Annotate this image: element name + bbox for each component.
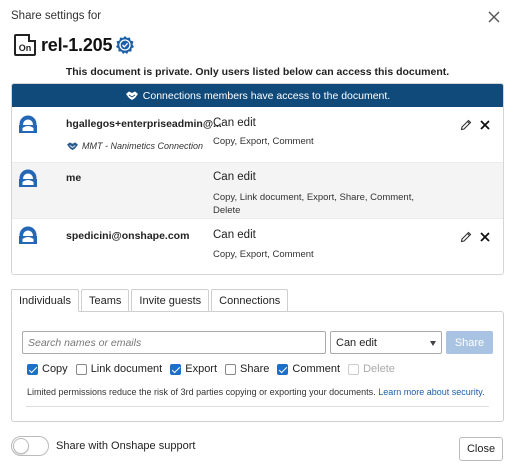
permission-details: Copy, Export, Comment bbox=[213, 136, 314, 147]
checkbox-link-document[interactable]: Link document bbox=[75, 363, 162, 375]
privacy-message: This document is private. Only users lis… bbox=[65, 66, 450, 78]
checkbox-copy[interactable]: Copy bbox=[27, 363, 68, 375]
search-input[interactable] bbox=[22, 331, 326, 354]
user-permission: Can edit bbox=[213, 117, 256, 129]
connections-banner: Connections members have access to the d… bbox=[12, 84, 503, 107]
document-header: On rel-1.205 bbox=[14, 34, 135, 56]
permission-select[interactable]: Can edit bbox=[330, 331, 442, 354]
avatar-icon bbox=[19, 226, 37, 244]
permission-details: Copy, Export, Comment bbox=[213, 249, 314, 260]
check-icon[interactable] bbox=[170, 363, 182, 375]
tab-teams[interactable]: Teams bbox=[80, 289, 130, 312]
check-icon[interactable] bbox=[27, 363, 38, 375]
user-email: me bbox=[66, 172, 82, 184]
connections-banner-text: Connections members have access to the d… bbox=[142, 89, 391, 102]
pencil-icon[interactable] bbox=[460, 231, 472, 243]
checkbox-share[interactable]: Share bbox=[225, 363, 269, 375]
release-badge-icon bbox=[116, 36, 135, 54]
tab-individuals[interactable]: Individuals bbox=[11, 289, 79, 312]
tab-invite-guests[interactable]: Invite guests bbox=[131, 289, 210, 312]
tab-connections[interactable]: Connections bbox=[211, 289, 289, 312]
pencil-icon[interactable] bbox=[460, 119, 472, 131]
close-button[interactable]: Close bbox=[459, 437, 503, 461]
permission-details: Copy, Link document, Export, Share, Comm… bbox=[213, 192, 414, 216]
handshake-icon bbox=[125, 91, 138, 100]
avatar-icon bbox=[19, 169, 37, 187]
doc-icon: On bbox=[14, 34, 36, 56]
checkbox-delete: Delete bbox=[348, 363, 395, 375]
share-tabs: Individuals Teams Invite guests Connecti… bbox=[11, 289, 290, 312]
checkbox-box bbox=[348, 363, 360, 375]
limited-permissions-note: Limited permissions reduce the risk of 3… bbox=[27, 387, 485, 397]
connection-tag: MMT - Nanimetics Connection bbox=[66, 141, 203, 151]
remove-icon[interactable] bbox=[479, 119, 491, 131]
learn-more-link[interactable]: Learn more about security. bbox=[378, 387, 484, 397]
dialog-title: Share settings for bbox=[11, 10, 102, 22]
user-row: me Can edit Copy, Link document, Export,… bbox=[12, 163, 503, 219]
user-email: hgallegos+enterpriseadmin@... bbox=[66, 118, 222, 130]
user-row: hgallegos+enterpriseadmin@... MMT - Nani… bbox=[12, 107, 503, 163]
share-button[interactable]: Share bbox=[446, 331, 493, 354]
checkbox-export[interactable]: Export bbox=[170, 363, 217, 375]
toggle-knob bbox=[13, 438, 29, 454]
checkbox-box[interactable] bbox=[225, 363, 237, 375]
connection-name: MMT - Nanimetics Connection bbox=[82, 141, 204, 151]
permission-checkboxes: Copy Link document Export Share Comment … bbox=[27, 363, 403, 375]
chevron-down-icon bbox=[430, 341, 436, 346]
divider bbox=[26, 406, 489, 407]
support-toggle[interactable] bbox=[11, 436, 49, 456]
check-icon[interactable] bbox=[277, 363, 289, 375]
checkbox-box[interactable] bbox=[75, 363, 87, 375]
individuals-panel: Can edit Share Copy Link document Export… bbox=[11, 311, 504, 422]
handshake-icon bbox=[67, 142, 78, 151]
document-name: rel-1.205 bbox=[41, 34, 113, 55]
permission-select-value: Can edit bbox=[336, 336, 377, 349]
user-row: spedicini@onshape.com Can edit Copy, Exp… bbox=[12, 219, 503, 274]
user-permission: Can edit bbox=[213, 229, 256, 241]
remove-icon[interactable] bbox=[479, 231, 491, 243]
close-icon[interactable] bbox=[486, 9, 502, 25]
support-toggle-label: Share with Onshape support bbox=[56, 440, 196, 452]
user-permission: Can edit bbox=[213, 171, 256, 183]
user-email: spedicini@onshape.com bbox=[66, 230, 190, 242]
checkbox-comment[interactable]: Comment bbox=[277, 363, 340, 375]
avatar-icon bbox=[19, 115, 37, 133]
shared-users-list: Connections members have access to the d… bbox=[11, 83, 504, 275]
